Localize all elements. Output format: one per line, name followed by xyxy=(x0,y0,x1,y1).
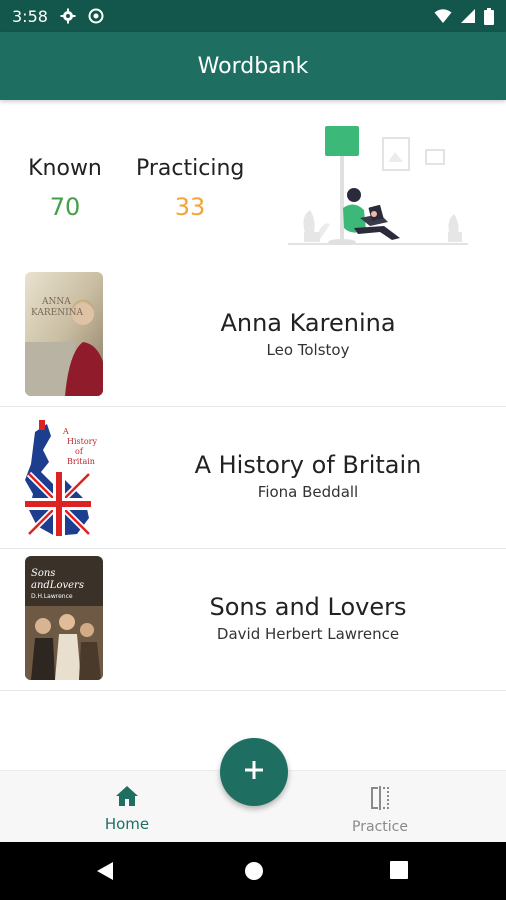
book-author: David Herbert Lawrence xyxy=(216,625,400,643)
svg-text:Britain: Britain xyxy=(67,457,95,466)
book-title: Sons and Lovers xyxy=(209,593,407,621)
home-circle-icon[interactable] xyxy=(244,861,264,885)
signal-icon xyxy=(460,8,476,24)
svg-text:D.H.Lawrence: D.H.Lawrence xyxy=(31,593,73,600)
book-row-history-of-britain[interactable]: A History of Britain A History of Britai… xyxy=(0,407,506,549)
book-text: Sons and Lovers David Herbert Lawrence xyxy=(110,593,506,643)
book-list: ANNA KARENINA Anna Karenina Leo Tolstoy … xyxy=(0,265,506,691)
stats-header: Known 70 Practicing 33 xyxy=(0,100,506,265)
practicing-count: 33 xyxy=(174,193,206,221)
svg-text:History: History xyxy=(67,437,97,446)
app-title: Wordbank xyxy=(197,53,309,79)
svg-text:A: A xyxy=(62,427,69,436)
system-nav-bar xyxy=(0,842,506,900)
settings-icon xyxy=(60,8,76,24)
recents-icon[interactable] xyxy=(390,861,408,883)
book-title: Anna Karenina xyxy=(220,309,396,337)
svg-text:Sons: Sons xyxy=(31,568,55,579)
book-cover: ANNA KARENINA xyxy=(25,272,103,396)
practicing-stat: Practicing 33 xyxy=(136,156,244,221)
cover-title-text: ANNA xyxy=(41,297,71,307)
status-time: 3:58 xyxy=(12,6,48,26)
book-cover: Sons andLovers D.H.Lawrence xyxy=(25,556,103,680)
book-cover: A History of Britain xyxy=(25,414,103,538)
svg-text:of: of xyxy=(75,447,84,456)
practice-icon xyxy=(368,785,392,815)
known-stat: Known 70 xyxy=(26,156,104,221)
reading-illustration xyxy=(288,122,468,250)
status-bar: 3:58 xyxy=(0,0,506,32)
book-text: Anna Karenina Leo Tolstoy xyxy=(110,309,506,359)
battery-icon xyxy=(484,7,494,25)
home-icon xyxy=(115,785,139,811)
book-text: A History of Britain Fiona Beddall xyxy=(110,451,506,501)
book-title: A History of Britain xyxy=(194,451,422,479)
svg-text:andLovers: andLovers xyxy=(31,580,84,591)
book-author: Leo Tolstoy xyxy=(266,341,350,359)
add-book-button[interactable] xyxy=(220,738,288,806)
wifi-icon xyxy=(434,8,452,24)
nav-practice-label: Practice xyxy=(352,819,408,835)
nav-home-label: Home xyxy=(104,815,150,833)
back-icon[interactable] xyxy=(96,861,114,885)
practicing-label: Practicing xyxy=(136,156,245,181)
nav-practice-tab[interactable]: Practice xyxy=(320,785,440,835)
known-count: 70 xyxy=(49,193,81,221)
plus-icon xyxy=(243,759,265,785)
book-author: Fiona Beddall xyxy=(257,483,359,501)
book-row-sons-and-lovers[interactable]: Sons andLovers D.H.Lawrence Sons and Lov… xyxy=(0,549,506,691)
book-row-anna-karenina[interactable]: ANNA KARENINA Anna Karenina Leo Tolstoy xyxy=(0,265,506,407)
nav-home-tab[interactable]: Home xyxy=(67,785,187,833)
app-bar: Wordbank xyxy=(0,32,506,100)
known-label: Known xyxy=(28,156,102,181)
svg-text:KARENINA: KARENINA xyxy=(31,308,84,318)
vpn-icon xyxy=(88,8,104,24)
